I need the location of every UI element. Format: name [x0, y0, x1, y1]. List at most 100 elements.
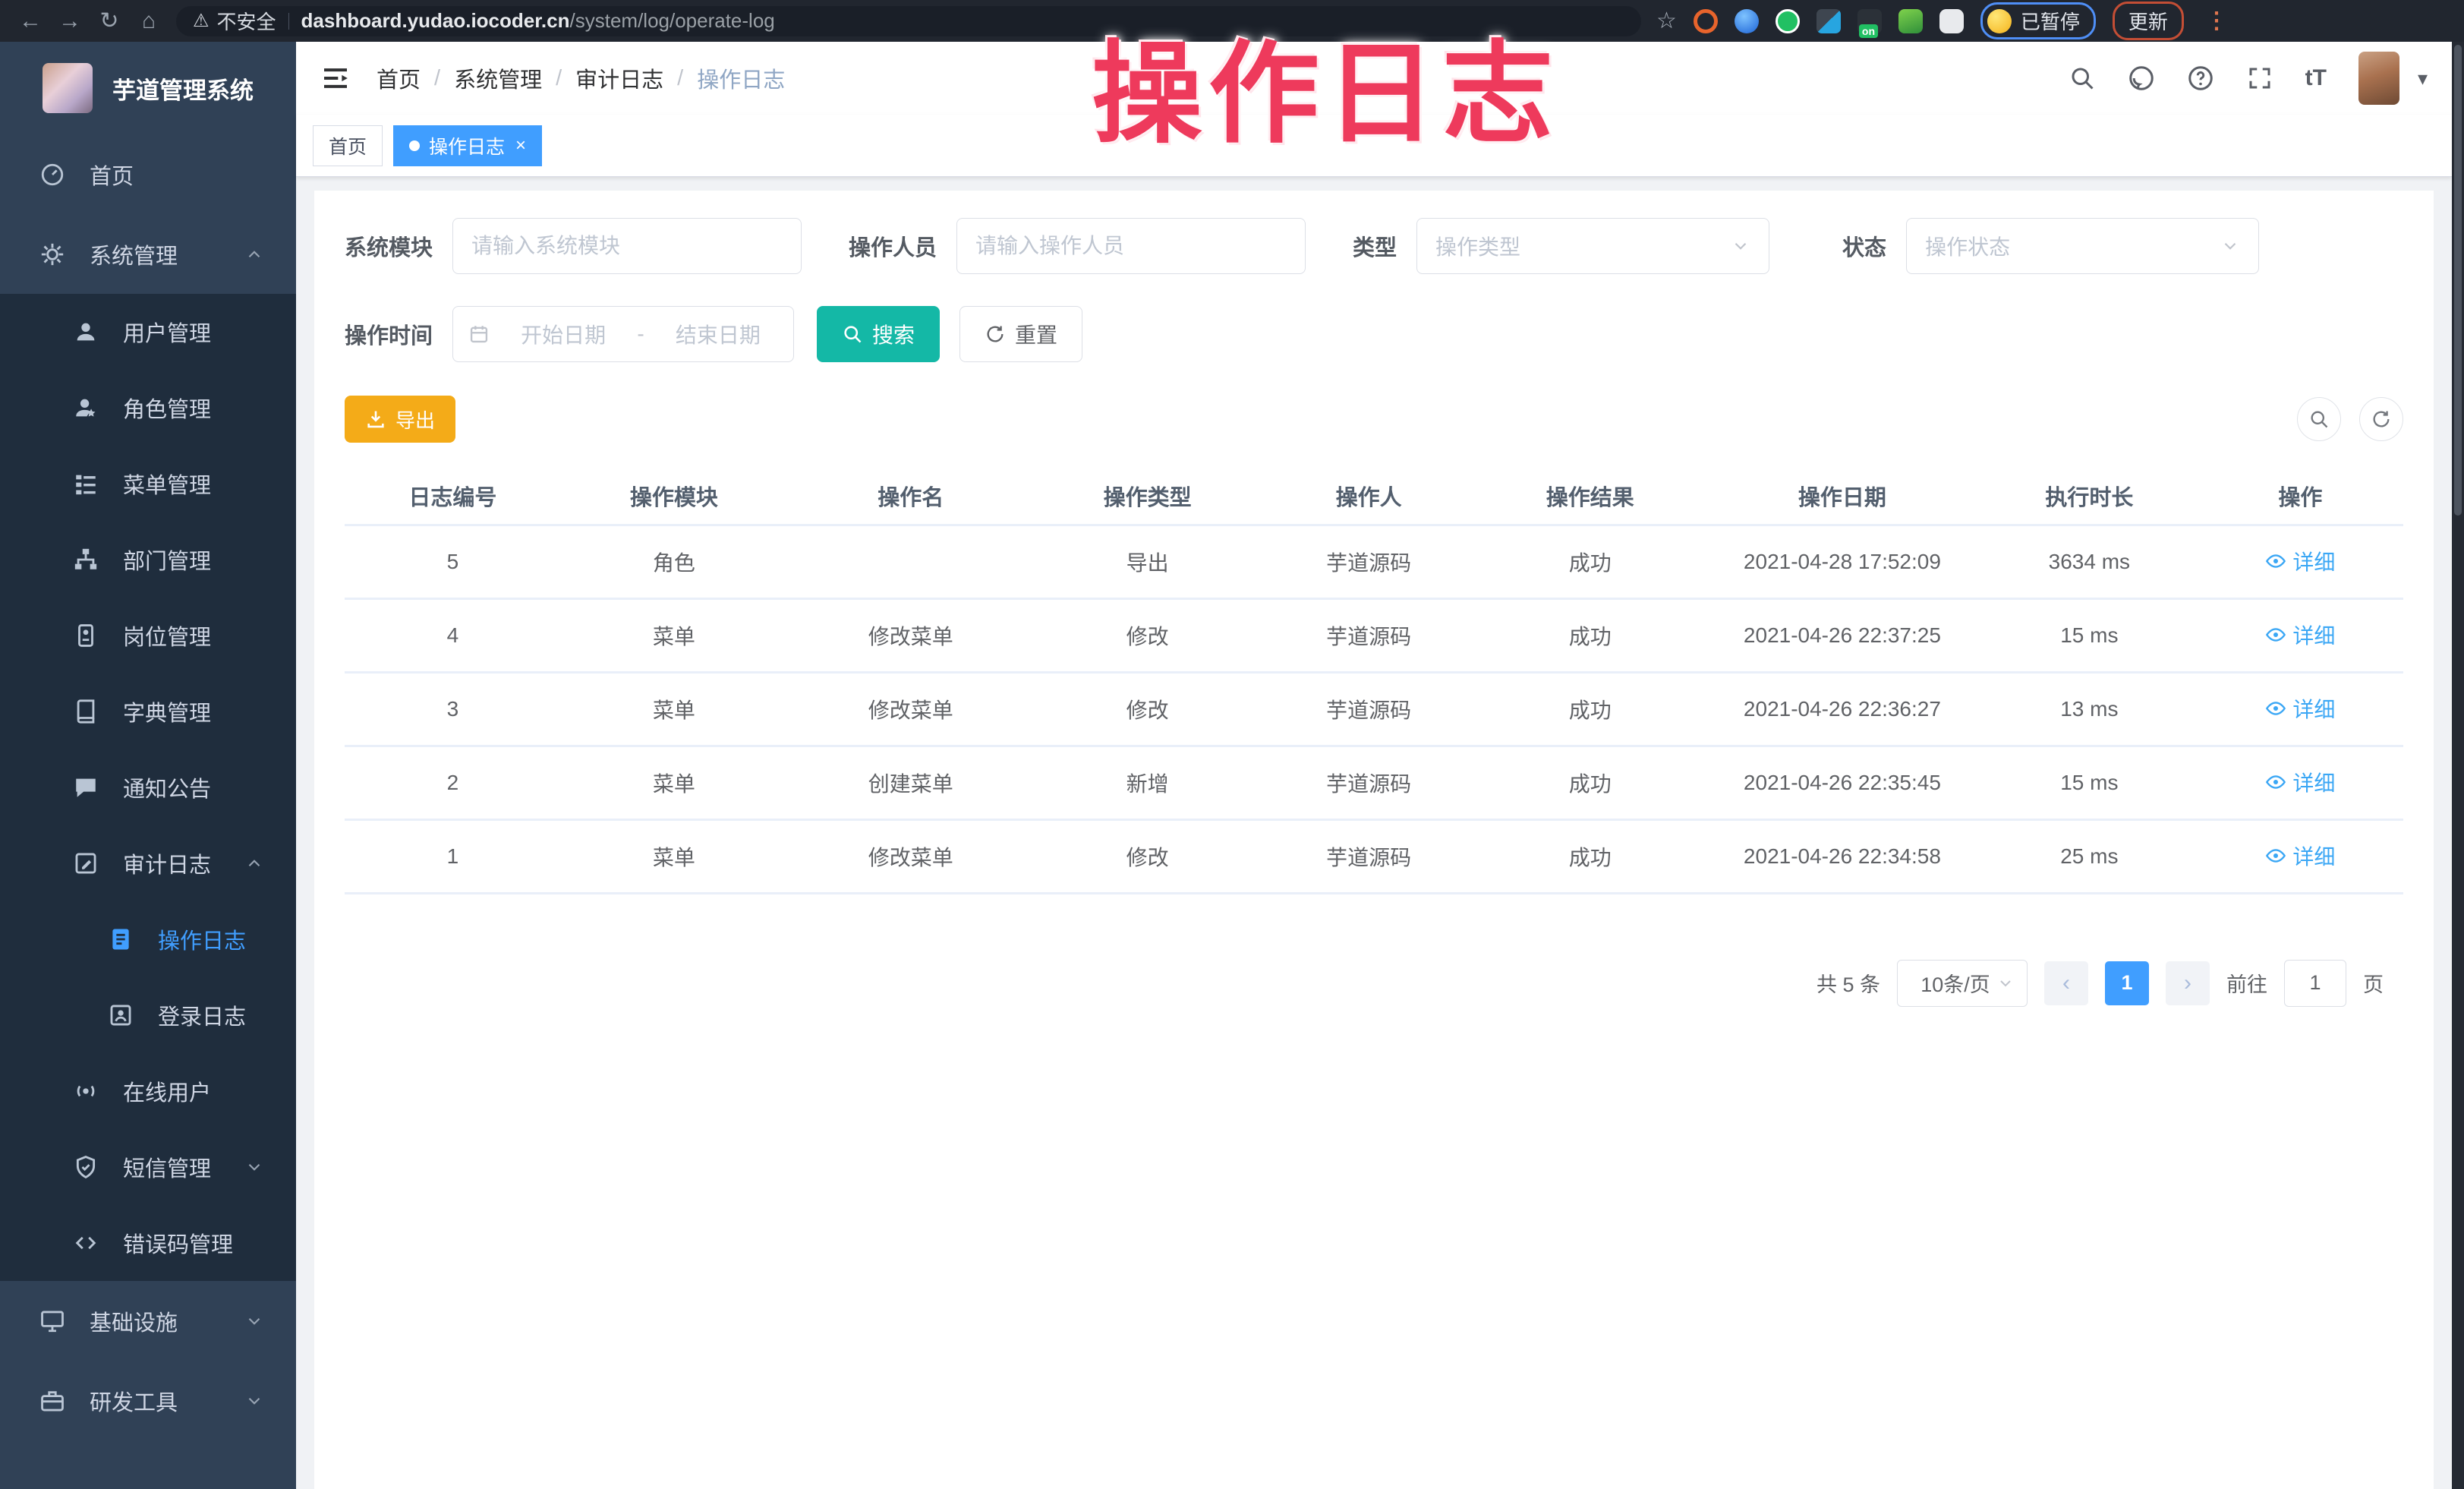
module-label: 系统模块: [345, 230, 433, 262]
page-scrollbar[interactable]: [2452, 42, 2464, 1489]
menu-list-icon: [73, 471, 99, 497]
next-page-button[interactable]: ›: [2166, 961, 2210, 1005]
status-select[interactable]: 操作状态: [1906, 218, 2259, 274]
pagination: 共 5 条 10条/页 ‹ 1 › 前往 页: [345, 960, 2403, 1007]
sidebar-item-audit-log[interactable]: 审计日志: [0, 825, 296, 901]
goto-page-input[interactable]: [2284, 960, 2346, 1007]
dashboard-icon: [39, 162, 65, 188]
sidebar-item-dev-tools[interactable]: 研发工具: [0, 1361, 296, 1440]
extension-icon-green-leaf[interactable]: [1898, 9, 1923, 33]
extension-icon-green-v[interactable]: [1776, 9, 1800, 33]
puzzle-extensions-icon[interactable]: [1939, 9, 1964, 33]
paused-extension-badge[interactable]: 已暂停: [1980, 2, 2096, 39]
operator-label: 操作人员: [849, 230, 937, 262]
sidebar-item-online-user[interactable]: 在线用户: [0, 1053, 296, 1129]
home-icon[interactable]: ⌂: [129, 0, 169, 42]
top-navbar: 首页 / 系统管理 / 审计日志 / 操作日志 tT ▾: [296, 42, 2452, 115]
divider: [288, 13, 289, 30]
date-range-picker[interactable]: 开始日期 - 结束日期: [452, 306, 794, 362]
extension-icon-orange[interactable]: [1694, 9, 1718, 33]
reload-icon[interactable]: ↻: [90, 0, 129, 42]
col-type: 操作类型: [1035, 468, 1261, 525]
content-card: 系统模块 操作人员 类型 操作类型 状态 操作状态: [314, 191, 2434, 1489]
sidebar-item-dept-mgmt[interactable]: 部门管理: [0, 522, 296, 598]
type-select[interactable]: 操作类型: [1416, 218, 1769, 274]
fullscreen-icon[interactable]: [2246, 65, 2273, 92]
font-size-icon[interactable]: tT: [2305, 65, 2327, 91]
refresh-table-button[interactable]: [2359, 397, 2403, 441]
forward-icon[interactable]: →: [50, 0, 90, 42]
shield-icon: [73, 1154, 99, 1180]
breadcrumb: 首页 / 系统管理 / 审计日志 / 操作日志: [377, 62, 785, 94]
back-icon[interactable]: ←: [11, 0, 50, 42]
page-size-select[interactable]: 10条/页: [1897, 960, 2028, 1007]
browser-update-button[interactable]: 更新: [2113, 2, 2184, 40]
sidebar-item-post-mgmt[interactable]: 岗位管理: [0, 598, 296, 674]
url-path: /system/log/operate-log: [570, 9, 775, 33]
bookmark-star-icon[interactable]: ☆: [1656, 8, 1677, 34]
sidebar-item-dict-mgmt[interactable]: 字典管理: [0, 674, 296, 749]
table-header-row: 日志编号 操作模块 操作名 操作类型 操作人 操作结果 操作日期 执行时长 操作: [345, 468, 2403, 525]
refresh-icon: [985, 323, 1006, 345]
filter-row-2: 操作时间 开始日期 - 结束日期 搜索 重置: [345, 306, 2403, 362]
detail-link[interactable]: 详细: [2265, 841, 2335, 871]
tag-home[interactable]: 首页: [313, 125, 383, 166]
breadcrumb-separator: /: [556, 66, 562, 91]
detail-link[interactable]: 详细: [2265, 767, 2335, 797]
breadcrumb-system-mgmt[interactable]: 系统管理: [454, 62, 542, 94]
sidebar-item-system-mgmt[interactable]: 系统管理: [0, 214, 296, 294]
page-1-button[interactable]: 1: [2105, 961, 2149, 1005]
sidebar-item-infrastructure[interactable]: 基础设施: [0, 1281, 296, 1361]
page-content: 系统模块 操作人员 类型 操作类型 状态 操作状态: [296, 177, 2452, 1489]
emoji-avatar-icon: [1987, 9, 2012, 33]
module-input[interactable]: [471, 234, 783, 258]
scrollbar-thumb[interactable]: [2454, 45, 2462, 516]
prev-page-button[interactable]: ‹: [2044, 961, 2088, 1005]
extension-icon-pin[interactable]: [1735, 9, 1759, 33]
toggle-search-button[interactable]: [2297, 397, 2341, 441]
chevron-up-icon: [244, 853, 264, 873]
hamburger-icon[interactable]: [320, 63, 351, 93]
detail-link[interactable]: 详细: [2265, 693, 2335, 724]
reset-button[interactable]: 重置: [959, 306, 1082, 362]
export-button[interactable]: 导出: [345, 396, 455, 443]
operator-input[interactable]: [975, 234, 1287, 258]
org-tree-icon: [73, 547, 99, 573]
sidebar-logo[interactable]: 芋道管理系统: [0, 42, 296, 134]
sidebar-item-operate-log[interactable]: 操作日志: [0, 901, 296, 977]
sidebar-item-error-code-mgmt[interactable]: 错误码管理: [0, 1205, 296, 1281]
monitor-icon: [39, 1308, 65, 1334]
extension-icon-gem[interactable]: [1816, 9, 1841, 33]
detail-link[interactable]: 详细: [2265, 620, 2335, 650]
sidebar-item-home[interactable]: 首页: [0, 134, 296, 214]
address-bar[interactable]: ⚠ 不安全 dashboard.yudao.iocoder.cn /system…: [176, 6, 1641, 36]
search-icon[interactable]: [2069, 65, 2096, 92]
sidebar-item-user-mgmt[interactable]: 用户管理: [0, 294, 296, 370]
breadcrumb-home[interactable]: 首页: [377, 62, 421, 94]
github-icon[interactable]: [2128, 65, 2155, 92]
breadcrumb-audit-log[interactable]: 审计日志: [575, 62, 663, 94]
tag-operate-log[interactable]: 操作日志 ×: [393, 125, 542, 166]
sidebar-item-menu-mgmt[interactable]: 菜单管理: [0, 446, 296, 522]
sidebar-item-sms-mgmt[interactable]: 短信管理: [0, 1129, 296, 1205]
col-action: 操作: [2198, 468, 2403, 525]
sidebar-item-notice[interactable]: 通知公告: [0, 749, 296, 825]
col-name: 操作名: [787, 468, 1034, 525]
table-row: 2 菜单 创建菜单 新增 芋道源码 成功 2021-04-26 22:35:45…: [345, 746, 2403, 819]
sidebar-item-login-log[interactable]: 登录日志: [0, 977, 296, 1053]
caret-down-icon[interactable]: ▾: [2418, 67, 2428, 90]
code-icon: [73, 1230, 99, 1256]
table-toolbar: 导出: [345, 396, 2403, 443]
logo-image: [43, 63, 93, 113]
help-icon[interactable]: [2187, 65, 2214, 92]
extension-icon-stack-on[interactable]: on: [1857, 9, 1882, 33]
active-dot-icon: [409, 140, 420, 151]
avatar[interactable]: [2358, 52, 2399, 105]
eye-icon: [2265, 550, 2286, 572]
browser-menu-icon[interactable]: ⋮: [2205, 8, 2228, 34]
close-icon[interactable]: ×: [515, 135, 526, 156]
search-button[interactable]: 搜索: [817, 306, 940, 362]
breadcrumb-operate-log: 操作日志: [697, 62, 785, 94]
detail-link[interactable]: 详细: [2265, 546, 2335, 576]
sidebar-item-role-mgmt[interactable]: 角色管理: [0, 370, 296, 446]
